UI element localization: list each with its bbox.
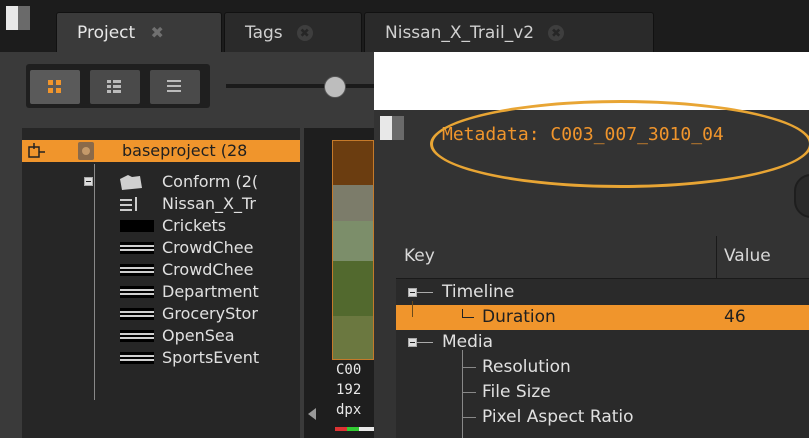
column-divider[interactable] xyxy=(716,236,717,278)
tree-item-label: CrowdChee xyxy=(162,238,254,257)
tree-item-label: OpenSea xyxy=(162,326,235,345)
thumbnail-status-bar xyxy=(335,427,375,431)
grid-view-icon xyxy=(48,80,61,93)
tree-item-label: GroceryStor xyxy=(162,304,258,323)
metadata-key: Timeline xyxy=(442,282,515,302)
close-icon[interactable]: ✖ xyxy=(149,24,165,41)
metadata-key: Media xyxy=(442,332,494,352)
tree-item-label: Nissan_X_Tr xyxy=(162,194,256,213)
tree-root-label: baseproject (28 xyxy=(122,141,248,160)
list-detail-view-button[interactable] xyxy=(90,70,140,104)
tree-item[interactable]: OpenSea xyxy=(22,325,300,347)
tab-sequence-label: Nissan_X_Trail_v2 xyxy=(385,22,535,43)
audio-waveform-icon xyxy=(120,330,154,342)
tree-item[interactable]: Department xyxy=(22,281,300,303)
thumbnail-name: C00 xyxy=(336,362,362,378)
list-view-icon xyxy=(167,80,181,92)
metadata-value: 46 xyxy=(724,307,746,327)
column-header-value[interactable]: Value xyxy=(724,246,771,266)
tree-item[interactable]: Nissan_X_Tr xyxy=(22,193,300,215)
tree-item[interactable]: CrowdChee xyxy=(22,259,300,281)
tab-project[interactable]: Project ✖ xyxy=(56,12,222,52)
tree-item-label: CrowdChee xyxy=(162,260,254,279)
metadata-row[interactable]: Resolution xyxy=(396,355,809,380)
grid-view-button[interactable] xyxy=(30,70,80,104)
metadata-row[interactable]: Media xyxy=(396,330,809,355)
tab-sequence[interactable]: Nissan_X_Trail_v2 ✖ xyxy=(364,12,654,52)
collapse-icon[interactable] xyxy=(408,288,417,297)
tree-item[interactable]: SportsEvent xyxy=(22,347,300,369)
panel-menu-icon[interactable] xyxy=(380,116,408,140)
tab-tags[interactable]: Tags ✖ xyxy=(224,12,362,52)
tree-item-label: SportsEvent xyxy=(162,348,260,367)
close-icon[interactable]: ✖ xyxy=(296,24,313,41)
metadata-key: Duration xyxy=(482,307,556,327)
tree-item[interactable]: Crickets xyxy=(22,215,300,237)
collapse-icon[interactable] xyxy=(408,338,417,347)
project-icon xyxy=(78,142,94,160)
tree-item[interactable]: Conform (2( xyxy=(22,171,300,193)
metadata-key: Pixel Aspect Ratio xyxy=(482,407,634,427)
tree-root-item[interactable]: baseproject (28 xyxy=(22,140,300,162)
tab-tags-label: Tags xyxy=(245,22,283,43)
metadata-key: File Size xyxy=(482,382,551,402)
tree-item-label: Crickets xyxy=(162,216,227,235)
metadata-row[interactable]: Pixel Aspect Ratio xyxy=(396,405,809,430)
audio-waveform-icon xyxy=(120,308,154,320)
metadata-row[interactable]: File Size xyxy=(396,380,809,405)
tree-item-label: Department xyxy=(162,282,259,301)
thumbnail-resolution: 192 xyxy=(336,382,362,398)
folder-icon xyxy=(120,175,142,190)
panel-menu-icon[interactable] xyxy=(6,6,34,30)
clip-thumbnail[interactable] xyxy=(332,140,374,360)
metadata-row[interactable]: Timeline xyxy=(396,280,809,305)
tree-item[interactable]: GroceryStor xyxy=(22,303,300,325)
list-detail-view-icon xyxy=(107,80,121,93)
highlight-annotation xyxy=(430,100,809,188)
tree-item[interactable]: CrowdChee xyxy=(22,237,300,259)
tab-project-label: Project xyxy=(77,22,136,43)
audio-waveform-icon xyxy=(120,286,154,298)
tree-item-label: Conform (2( xyxy=(162,172,259,191)
column-header-key[interactable]: Key xyxy=(404,246,435,266)
metadata-row[interactable]: Duration 46 xyxy=(396,301,809,330)
metadata-key: Resolution xyxy=(482,357,571,377)
audio-waveform-icon xyxy=(120,264,154,276)
list-view-button[interactable] xyxy=(150,70,200,104)
scroll-left-icon[interactable] xyxy=(308,408,316,420)
sequence-icon xyxy=(120,197,137,211)
project-bin-icon xyxy=(28,143,45,158)
audio-waveform-icon xyxy=(120,220,154,232)
thumbnail-format: dpx xyxy=(336,402,362,418)
audio-waveform-icon xyxy=(120,352,154,364)
audio-waveform-icon xyxy=(120,242,154,254)
expand-icon[interactable] xyxy=(84,177,93,186)
close-icon[interactable]: ✖ xyxy=(548,24,565,41)
thumbnail-size-slider-handle[interactable] xyxy=(324,76,346,98)
thumbnail-size-slider-track[interactable] xyxy=(226,84,376,88)
